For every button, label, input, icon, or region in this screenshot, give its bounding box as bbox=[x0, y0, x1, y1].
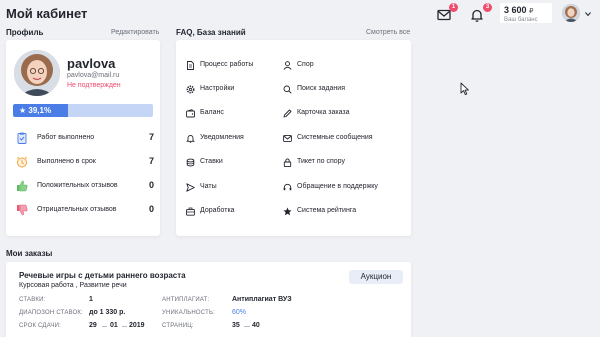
lock-icon bbox=[283, 158, 292, 167]
rating-label: ★ 39,1% bbox=[19, 106, 51, 115]
stat-row-negative-reviews: Отрицательных отзывов 0 bbox=[14, 204, 154, 218]
messages-count-badge: 1 bbox=[449, 3, 458, 12]
order-deadline-label: СРОК СДАЧИ: bbox=[19, 323, 62, 329]
headset-icon bbox=[283, 183, 292, 191]
order-deadline-month: 01 bbox=[110, 322, 118, 329]
order-pages-from: 35 bbox=[232, 322, 240, 329]
profile-verification-status: Не подтвержден bbox=[67, 82, 121, 89]
order-subtitle: Курсовая работа , Развитие речи bbox=[19, 282, 127, 289]
star-icon: ★ bbox=[19, 106, 27, 115]
profile-section-title: Профиль bbox=[6, 28, 44, 37]
chevron-down-icon[interactable] bbox=[585, 11, 591, 17]
stat-label: Положительных отзывов bbox=[37, 182, 118, 189]
stat-row-completed: Работ выполнено 7 bbox=[14, 132, 154, 146]
stat-label: Выполнено в срок bbox=[37, 158, 96, 165]
faq-link-label: Тикет по спору bbox=[297, 158, 345, 165]
balance-currency: ₽ bbox=[529, 8, 534, 15]
profile-card: pavlova pavlova@mail.ru Не подтвержден ★… bbox=[6, 40, 160, 236]
order-bid-range-value: до 1 330 р. bbox=[89, 309, 126, 316]
rating-value: 39,1% bbox=[28, 106, 52, 115]
balance-amount: 3 600 bbox=[504, 5, 527, 15]
pencil-icon bbox=[283, 109, 292, 118]
order-title[interactable]: Речевые игры с детьми раннего возраста bbox=[19, 271, 186, 280]
profile-avatar bbox=[14, 50, 60, 96]
order-uniqueness-label: УНИКАЛЬНОСТЬ: bbox=[162, 310, 215, 316]
faq-link-label: Доработка bbox=[200, 207, 235, 214]
balance-label: Ваш баланс bbox=[504, 17, 538, 23]
faq-link-label: Системные сообщения bbox=[297, 134, 373, 141]
order-uniqueness-value: 60% bbox=[232, 309, 247, 316]
clipboard-icon bbox=[17, 132, 27, 144]
faq-link-label: Чаты bbox=[200, 183, 217, 190]
profile-email: pavlova@mail.ru bbox=[67, 72, 120, 79]
order-bid-range-label: ДИАПОЗОН СТАВОК: bbox=[19, 310, 83, 316]
faq-link-label: Спор bbox=[297, 61, 314, 68]
thumbs-down-icon bbox=[17, 204, 28, 216]
balance-amount-row: 3 600 ₽ bbox=[504, 5, 548, 17]
faq-link-label: Уведомления bbox=[200, 134, 244, 141]
messages-button[interactable]: 1 bbox=[436, 3, 458, 23]
notifications-count-badge: 3 bbox=[483, 3, 492, 12]
rating-progress-bar: ★ 39,1% bbox=[13, 104, 153, 117]
range-separator bbox=[244, 326, 250, 327]
star-icon bbox=[283, 207, 292, 216]
stat-label: Отрицательных отзывов bbox=[37, 206, 117, 213]
stat-row-on-time: Выполнено в срок 7 bbox=[14, 156, 154, 170]
mouse-cursor-icon bbox=[460, 82, 469, 96]
stat-value: 7 bbox=[148, 132, 154, 142]
date-separator bbox=[122, 326, 127, 327]
order-type-badge: Аукцион bbox=[349, 270, 403, 284]
faq-link-label: Процесс работы bbox=[200, 61, 254, 68]
order-card[interactable]: Речевые игры с детьми раннего возраста К… bbox=[6, 262, 411, 337]
bell-icon bbox=[471, 9, 483, 22]
briefcase-icon bbox=[186, 207, 195, 216]
order-pages-to: 40 bbox=[252, 322, 260, 329]
order-antiplagiarism-value: Антиплагиат ВУЗ bbox=[232, 296, 292, 303]
order-deadline-year: 2019 bbox=[129, 322, 145, 329]
envelope-icon bbox=[283, 135, 292, 142]
thumbs-up-icon bbox=[17, 180, 28, 192]
faq-section-title: FAQ, База знаний bbox=[176, 28, 246, 37]
stat-value: 0 bbox=[148, 204, 154, 214]
edit-profile-link[interactable]: Редактировать bbox=[111, 29, 159, 36]
faq-link-label: Карточка заказа bbox=[297, 109, 350, 116]
date-separator bbox=[102, 326, 107, 327]
order-deadline-day: 29 bbox=[89, 322, 97, 329]
orders-section-title: Мои заказы bbox=[6, 249, 53, 258]
faq-link-label: Обращение в поддержку bbox=[297, 183, 378, 190]
order-antiplagiarism-label: АНТИПЛАГИАТ: bbox=[162, 297, 210, 303]
order-bids-label: СТАВКИ: bbox=[19, 297, 46, 303]
profile-username: pavlova bbox=[67, 56, 116, 71]
document-icon bbox=[187, 61, 194, 70]
send-icon bbox=[186, 183, 195, 192]
alarm-clock-icon bbox=[16, 156, 28, 168]
user-avatar[interactable] bbox=[562, 4, 580, 22]
order-bids-value: 1 bbox=[89, 296, 93, 303]
faq-link-label: Ставки bbox=[200, 158, 223, 165]
faq-link-label: Система рейтинга bbox=[297, 207, 357, 214]
coins-icon bbox=[186, 158, 195, 167]
stat-label: Работ выполнено bbox=[37, 134, 95, 141]
order-pages-label: СТРАНИЦ: bbox=[162, 323, 194, 329]
gear-icon bbox=[186, 85, 195, 94]
balance-widget[interactable]: 3 600 ₽ Ваш баланс bbox=[500, 3, 552, 23]
bell-icon bbox=[186, 135, 195, 143]
search-icon bbox=[283, 85, 292, 94]
page-title: Мой кабинет bbox=[6, 6, 88, 21]
faq-card: Процесс работы Настройки Баланс Уведомле… bbox=[176, 40, 411, 236]
wallet-icon bbox=[186, 109, 195, 118]
notifications-button[interactable]: 3 bbox=[470, 3, 492, 23]
faq-view-all-link[interactable]: Смотреть все bbox=[366, 29, 410, 36]
user-icon bbox=[283, 61, 292, 70]
stat-row-positive-reviews: Положительных отзывов 0 bbox=[14, 180, 154, 194]
faq-link-label: Настройки bbox=[200, 85, 235, 92]
faq-link-label: Поиск задания bbox=[297, 85, 345, 92]
stat-value: 7 bbox=[148, 156, 154, 166]
faq-link-label: Баланс bbox=[200, 109, 224, 116]
stat-value: 0 bbox=[148, 180, 154, 190]
